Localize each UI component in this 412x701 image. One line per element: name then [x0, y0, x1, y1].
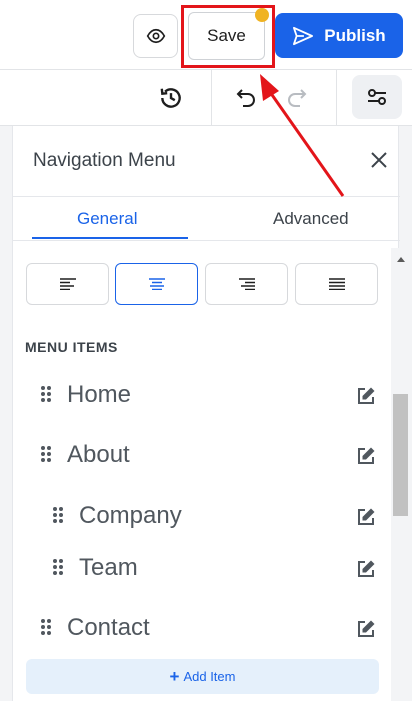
tab-advanced[interactable]: Advanced: [273, 209, 349, 229]
publish-button[interactable]: Publish: [275, 13, 403, 58]
revision-history-icon: [160, 88, 181, 108]
edit-button[interactable]: [355, 506, 377, 528]
drag-handle-icon[interactable]: [51, 506, 65, 524]
align-left-button[interactable]: [26, 263, 109, 305]
menu-item-label: Team: [79, 554, 138, 581]
scrollbar-thumb[interactable]: [393, 394, 408, 516]
settings-sliders-icon: [368, 89, 386, 105]
settings-panel: Navigation Menu General Advanced MENU IT…: [12, 126, 400, 701]
toolbar-divider: [211, 70, 212, 126]
redo-button[interactable]: [280, 81, 314, 115]
revision-history-button[interactable]: [154, 81, 188, 115]
menu-item-label: Contact: [67, 614, 150, 641]
redo-icon: [288, 89, 307, 107]
edit-icon: [358, 620, 375, 637]
tab-general[interactable]: General: [77, 209, 137, 229]
panel-tabs: General Advanced: [13, 197, 400, 241]
edit-icon: [358, 387, 375, 404]
top-toolbar: Save Publish: [0, 0, 412, 70]
edit-button[interactable]: [355, 618, 377, 640]
align-justify-icon: [328, 278, 345, 290]
edit-button[interactable]: [355, 385, 377, 407]
align-justify-button[interactable]: [295, 263, 378, 305]
section-label: MENU ITEMS: [25, 339, 118, 355]
panel-title: Navigation Menu: [33, 150, 176, 171]
publish-label: Publish: [324, 25, 386, 45]
undo-button[interactable]: [229, 81, 263, 115]
menu-item-label: Company: [79, 502, 182, 529]
drag-handle-icon[interactable]: [39, 385, 53, 403]
drag-handle-icon[interactable]: [39, 618, 53, 636]
save-highlight-box: [181, 5, 275, 68]
list-item[interactable]: About: [25, 436, 375, 476]
align-left-icon: [59, 278, 76, 290]
add-item-button[interactable]: + Add Item: [26, 659, 379, 694]
close-button[interactable]: [367, 148, 391, 172]
align-right-icon: [238, 278, 255, 290]
edit-button[interactable]: [355, 558, 377, 580]
drag-handle-icon[interactable]: [51, 558, 65, 576]
send-icon: [293, 26, 314, 45]
panel-header: Navigation Menu: [13, 126, 400, 197]
toolbar-divider: [336, 70, 337, 126]
close-icon: [371, 152, 387, 168]
align-right-button[interactable]: [205, 263, 288, 305]
list-item[interactable]: Home: [25, 376, 375, 416]
preview-button[interactable]: [133, 14, 178, 58]
edit-icon: [358, 560, 375, 577]
align-center-icon: [148, 278, 165, 290]
menu-item-label: About: [67, 441, 130, 468]
list-item[interactable]: Company: [25, 497, 375, 537]
scroll-up-arrow-icon[interactable]: [397, 257, 405, 262]
plus-icon: +: [169, 666, 180, 686]
eye-icon: [146, 28, 165, 44]
list-item[interactable]: Contact: [25, 609, 375, 649]
add-item-label: Add Item: [183, 669, 236, 684]
list-item[interactable]: Team: [25, 549, 375, 589]
edit-icon: [358, 508, 375, 525]
settings-button[interactable]: [352, 75, 402, 119]
align-center-button[interactable]: [115, 263, 198, 305]
edit-icon: [358, 447, 375, 464]
secondary-toolbar: [0, 70, 412, 126]
menu-item-label: Home: [67, 381, 132, 408]
active-tab-indicator: [32, 237, 188, 239]
edit-button[interactable]: [355, 445, 377, 467]
drag-handle-icon[interactable]: [39, 445, 53, 463]
undo-icon: [236, 89, 255, 107]
